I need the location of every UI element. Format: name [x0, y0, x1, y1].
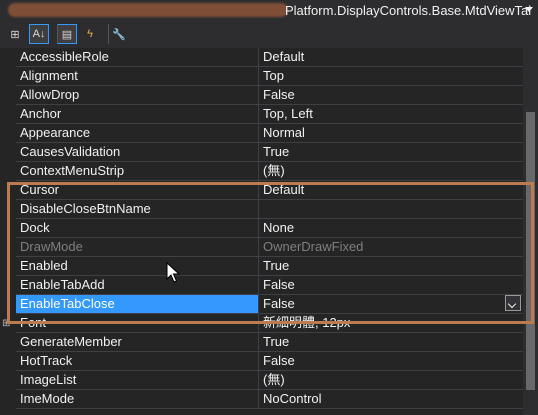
- property-value[interactable]: False: [259, 352, 523, 370]
- property-value[interactable]: False: [263, 296, 295, 311]
- property-value[interactable]: (無): [259, 162, 523, 180]
- property-value[interactable]: None: [259, 219, 523, 237]
- property-value[interactable]: Default: [259, 181, 523, 199]
- property-value[interactable]: False: [259, 86, 523, 104]
- mouse-cursor-icon: [166, 262, 181, 283]
- alphabetical-view-button[interactable]: A↓: [29, 24, 49, 44]
- property-name[interactable]: ImeMode: [16, 390, 259, 408]
- property-toolbar: ⊞ A↓ ▤ ϟ 🔧: [0, 22, 538, 48]
- property-name[interactable]: ContextMenuStrip: [16, 162, 259, 180]
- property-value[interactable]: Normal: [259, 124, 523, 142]
- property-value[interactable]: [259, 200, 523, 218]
- property-value: OwnerDrawFixed: [263, 239, 364, 254]
- property-name[interactable]: GenerateMember: [16, 333, 259, 351]
- property-row-readonly: DrawMode OwnerDrawFixed: [16, 238, 523, 257]
- grid-gutter: [0, 48, 16, 415]
- property-name[interactable]: EnableTabClose: [16, 295, 259, 313]
- property-name[interactable]: AccessibleRole: [16, 48, 259, 66]
- property-name[interactable]: AllowDrop: [16, 86, 259, 104]
- property-value[interactable]: True: [259, 333, 523, 351]
- property-name[interactable]: EnableTabAdd: [16, 276, 259, 294]
- property-row[interactable]: AllowDrop False: [16, 86, 523, 105]
- property-name[interactable]: Appearance: [16, 124, 259, 142]
- property-row[interactable]: Anchor Top, Left: [16, 105, 523, 124]
- property-row[interactable]: CausesValidation True: [16, 143, 523, 162]
- property-pages-button[interactable]: 🔧: [108, 24, 129, 44]
- scrollbar-thumb[interactable]: [526, 112, 535, 390]
- object-selector[interactable]: Platform.DisplayControls.Base.MtdViewTal: [0, 0, 538, 22]
- property-value[interactable]: NoControl: [259, 390, 523, 408]
- categorized-view-button[interactable]: ⊞: [5, 24, 25, 44]
- property-name[interactable]: Font: [16, 314, 259, 332]
- property-row[interactable]: ContextMenuStrip (無): [16, 162, 523, 181]
- property-name[interactable]: Dock: [16, 219, 259, 237]
- property-name: DrawMode: [16, 238, 259, 256]
- categorized-icon: ⊞: [10, 28, 20, 41]
- property-name[interactable]: Anchor: [16, 105, 259, 123]
- property-value-editor[interactable]: False: [259, 295, 523, 313]
- selected-object-name: Platform.DisplayControls.Base.MtdViewTal: [285, 3, 532, 18]
- properties-icon: ▤: [61, 28, 73, 41]
- property-name[interactable]: ImageList: [16, 371, 259, 389]
- property-row[interactable]: Cursor Default: [16, 181, 523, 200]
- property-row[interactable]: ImageList (無): [16, 371, 523, 390]
- property-value[interactable]: Top, Left: [259, 105, 523, 123]
- property-name[interactable]: CausesValidation: [16, 143, 259, 161]
- property-value[interactable]: Top: [259, 67, 523, 85]
- property-grid: AccessibleRole Default Alignment Top All…: [0, 48, 523, 415]
- property-name[interactable]: HotTrack: [16, 352, 259, 370]
- lightning-icon: ϟ: [87, 28, 93, 40]
- property-row[interactable]: HotTrack False: [16, 352, 523, 371]
- property-value[interactable]: False: [259, 276, 523, 294]
- events-button[interactable]: ϟ: [80, 24, 100, 44]
- wrench-icon: 🔧: [112, 28, 126, 41]
- redacted-region: [8, 3, 288, 17]
- property-row[interactable]: GenerateMember True: [16, 333, 523, 352]
- dropdown-button[interactable]: [505, 295, 521, 311]
- property-row[interactable]: ImeMode NoControl: [16, 390, 523, 409]
- property-value[interactable]: True: [259, 257, 523, 275]
- property-name[interactable]: Alignment: [16, 67, 259, 85]
- property-row[interactable]: EnableTabAdd False: [16, 276, 523, 295]
- vertical-scrollbar[interactable]: [523, 48, 538, 415]
- properties-button[interactable]: ▤: [57, 24, 77, 44]
- property-value[interactable]: True: [259, 143, 523, 161]
- alphabetical-sort-icon: A↓: [32, 28, 46, 40]
- property-row[interactable]: Alignment Top: [16, 67, 523, 86]
- property-value[interactable]: (無): [259, 371, 523, 389]
- property-row[interactable]: Appearance Normal: [16, 124, 523, 143]
- property-name[interactable]: Enabled: [16, 257, 259, 275]
- property-row[interactable]: Dock None: [16, 219, 523, 238]
- property-row-selected[interactable]: EnableTabClose False: [16, 295, 523, 314]
- property-value[interactable]: Default: [259, 48, 523, 66]
- property-value[interactable]: 新細明體, 12px: [259, 314, 523, 332]
- property-name[interactable]: Cursor: [16, 181, 259, 199]
- property-name[interactable]: DisableCloseBtnName: [16, 200, 259, 218]
- expand-icon[interactable]: ⊞: [2, 318, 10, 329]
- dropdown-arrow-icon[interactable]: [525, 7, 533, 12]
- property-row[interactable]: Enabled True: [16, 257, 523, 276]
- property-row[interactable]: AccessibleRole Default: [16, 48, 523, 67]
- property-row[interactable]: Font 新細明體, 12px: [16, 314, 523, 333]
- property-row[interactable]: DisableCloseBtnName: [16, 200, 523, 219]
